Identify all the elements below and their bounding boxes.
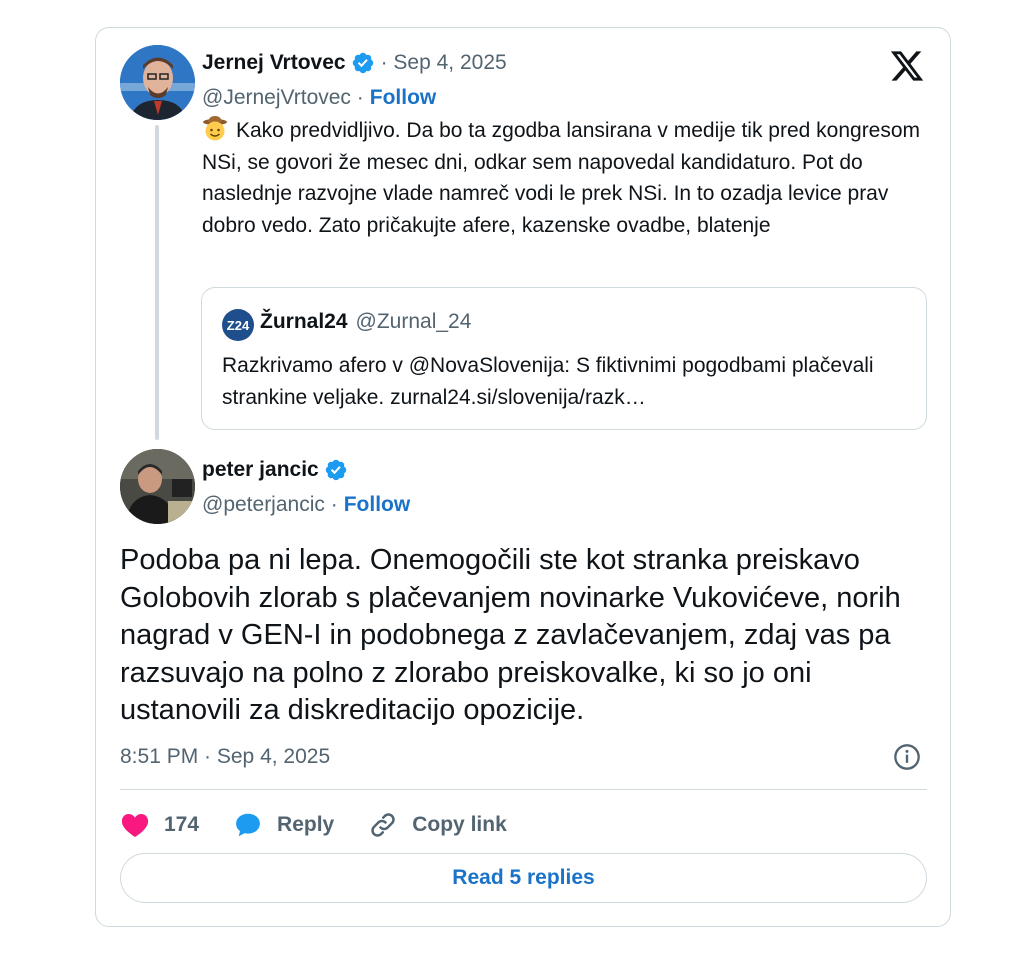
like-count: 174 [164,813,200,836]
reply-button[interactable]: Reply [233,810,334,840]
avatar-peter-jancic[interactable] [120,449,195,524]
action-bar: 174 Reply Copy link [120,805,541,845]
author-handle[interactable]: @peterjancic · [202,493,338,517]
quoted-author-handle: @Zurnal_24 [355,310,472,333]
link-icon [371,813,395,837]
copy-link-label: Copy link [412,813,507,836]
x-logo-icon[interactable] [888,48,926,84]
verified-badge-icon [352,52,373,74]
quoted-tweet[interactable]: Z24 Žurnal24 @Zurnal_24 Razkrivamo afero… [201,287,927,430]
tweet1-date[interactable]: · Sep 4, 2025 [381,51,507,75]
cowboy-face-emoji-icon [203,116,227,141]
thread-connector-line [155,125,159,440]
tweet2-body: Podoba pa ni lepa. Onemogočili ste kot s… [120,544,901,726]
like-button[interactable]: 174 [120,810,199,840]
reply-bubble-icon [236,813,260,837]
verified-badge-icon [325,459,346,481]
zurnal24-logo: Z24 [222,309,254,341]
avatar-jernej-vrtovec[interactable] [120,45,195,120]
tweet1-author-row: Jernej Vrtovec · Sep 4, 2025 [202,51,507,75]
tweet2-handle-row: @peterjancic · Follow [202,493,410,517]
copy-link-button[interactable]: Copy link [368,810,507,840]
tweet1-body: Kako predvidljivo. Da bo ta zgodba lansi… [202,115,932,241]
tweet1-handle-row: @JernejVrtovec · Follow [202,86,436,110]
tweet-timestamp[interactable]: 8:51 PM · Sep 4, 2025 [120,745,330,769]
info-icon[interactable] [893,743,921,771]
reply-label: Reply [277,813,335,836]
tweet1-text: Kako predvidljivo. Da bo ta zgodba lansi… [202,119,921,237]
read-replies-button[interactable]: Read 5 replies [120,853,927,903]
author-name[interactable]: peter jancic [202,458,319,482]
quoted-author-name: Žurnal24 [260,310,348,333]
tweet2-author-row: peter jancic [202,458,348,482]
author-name[interactable]: Jernej Vrtovec [202,51,346,75]
follow-button[interactable]: Follow [344,493,411,517]
quoted-author-row: Žurnal24 @Zurnal_24 [260,310,471,334]
author-handle[interactable]: @JernejVrtovec · [202,86,364,110]
heart-icon [121,814,149,837]
follow-button[interactable]: Follow [370,86,437,110]
quoted-tweet-text: Razkrivamo afero v @NovaSlovenija: S fik… [222,354,874,409]
divider [120,789,927,790]
